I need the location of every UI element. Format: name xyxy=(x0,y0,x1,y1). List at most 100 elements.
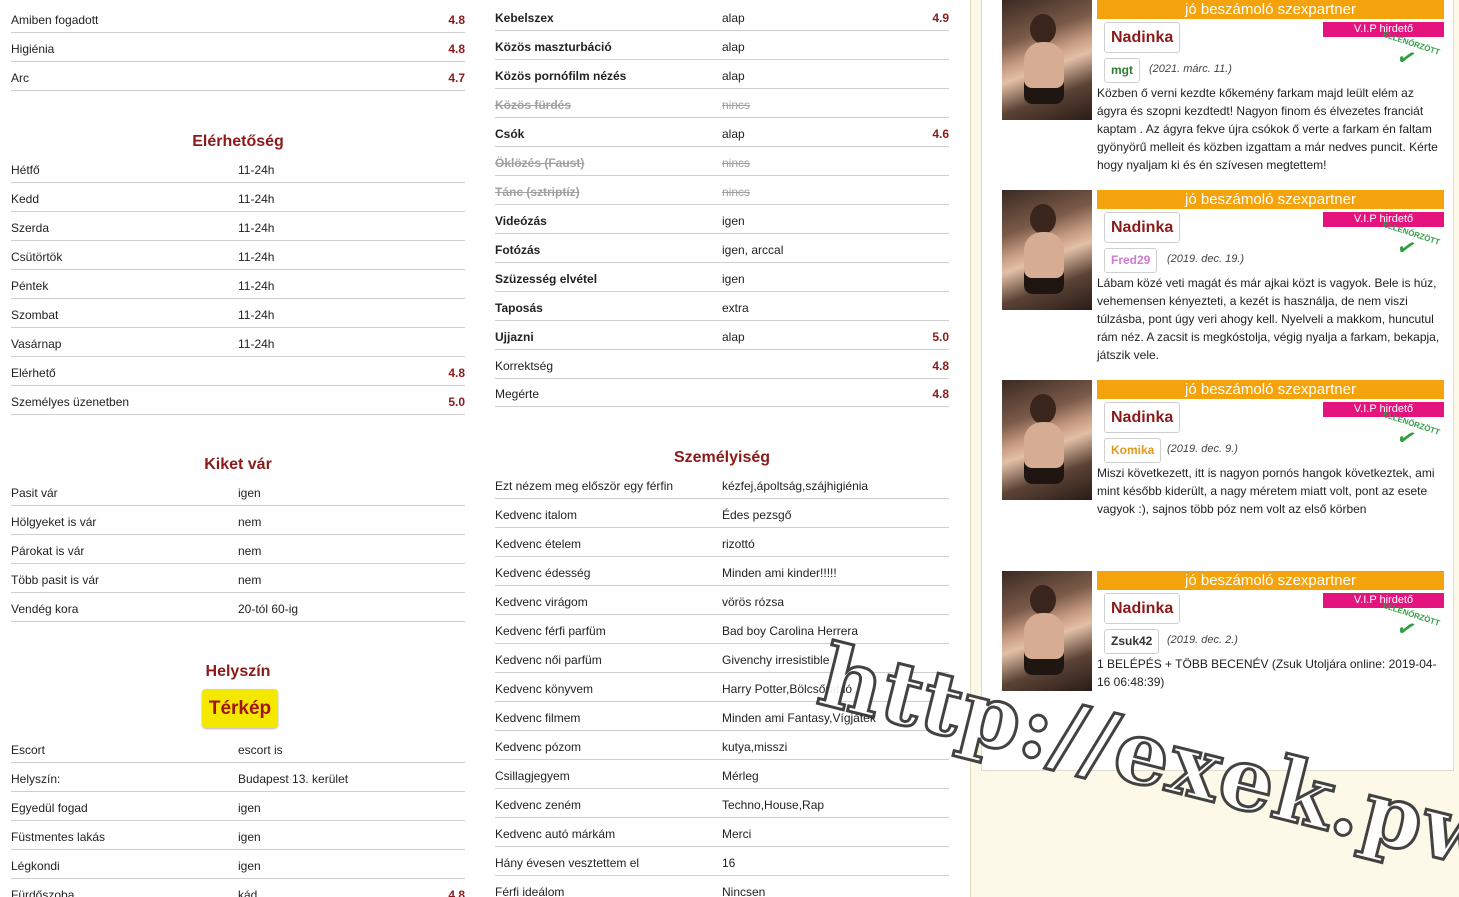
row-label: Kedvenc édesség xyxy=(495,566,591,580)
row-value: alap xyxy=(722,40,745,54)
table-row: Elérhető 4.8 xyxy=(11,357,465,386)
reviewer-name[interactable]: Komika xyxy=(1104,438,1162,463)
row-label: Hölgyeket is vár xyxy=(11,515,97,529)
table-row: Péntek 11-24h xyxy=(11,270,465,299)
table-row: Füstmentes lakás igen xyxy=(11,821,465,850)
table-row: Kedvenc virágom vörös rózsa xyxy=(495,586,949,615)
table-row: Férfi ideálom Nincsen xyxy=(495,876,949,897)
row-label: Vasárnap xyxy=(11,337,62,351)
table-row: Kedvenc édesség Minden ami kinder!!!!! xyxy=(495,557,949,586)
row-label: Kedvenc könyvem xyxy=(495,682,594,696)
table-row: Közös fürdés nincs xyxy=(495,89,949,118)
row-label: Korrektség xyxy=(495,359,554,373)
review-date: (2019. dec. 9.) xyxy=(1167,443,1238,455)
table-row: Szüzesség elvétel igen xyxy=(495,263,949,292)
row-label: Közös maszturbáció xyxy=(495,40,612,54)
row-value: nincs xyxy=(722,185,751,199)
row-value: igen xyxy=(238,801,261,815)
profile-name-button[interactable]: Nadinka xyxy=(1104,593,1181,624)
row-value: nincs xyxy=(722,98,751,112)
table-row: Hétfő 11-24h xyxy=(11,154,465,183)
row-label: Péntek xyxy=(11,279,49,293)
table-row: Öklözés (Faust) nincs xyxy=(495,147,949,176)
table-row: Kedd 11-24h xyxy=(11,183,465,212)
row-score: 4.8 xyxy=(448,888,465,897)
row-label: Öklözés (Faust) xyxy=(495,156,585,170)
row-value: escort is xyxy=(238,743,283,757)
row-label: Kedvenc italom xyxy=(495,508,578,522)
row-label: Kedvenc ételem xyxy=(495,537,582,551)
table-row: Escort escort is xyxy=(11,734,465,763)
row-value: igen xyxy=(722,214,745,228)
profile-photo[interactable] xyxy=(1002,380,1092,500)
row-value: Merci xyxy=(722,827,752,841)
table-row: Személyes üzenetben 5.0 xyxy=(11,386,465,415)
review-card: jó beszámoló szexpartner V.I.P hirdető Nad… xyxy=(1002,0,1444,185)
row-label: Hány évesen vesztettem el xyxy=(495,856,640,870)
row-label: Szombat xyxy=(11,308,59,322)
table-row: Hány évesen vesztettem el 16 xyxy=(495,847,949,876)
row-label: Légkondi xyxy=(11,859,60,873)
table-row: Vendég kora 20-tól 60-ig xyxy=(11,593,465,622)
table-row: Hölgyeket is vár nem xyxy=(11,506,465,535)
row-label: Taposás xyxy=(495,301,543,315)
profile-name-button[interactable]: Nadinka xyxy=(1104,402,1181,433)
row-label: Helyszín: xyxy=(11,772,61,786)
profile-name-button[interactable]: Nadinka xyxy=(1104,212,1181,243)
map-button[interactable]: Térkép xyxy=(202,689,278,728)
table-row: Kedvenc zeném Techno,House,Rap xyxy=(495,789,949,818)
row-label: Ujjazni xyxy=(495,330,534,344)
row-label: Amiben fogadott xyxy=(11,13,99,27)
table-row: Taposás extra xyxy=(495,292,949,321)
table-row: Csillagjegyem Mérleg xyxy=(495,760,949,789)
row-value: 11-24h xyxy=(238,221,275,235)
profile-name-button[interactable]: Nadinka xyxy=(1104,22,1181,53)
row-label: Személyes üzenetben xyxy=(11,395,130,409)
table-row: Közös maszturbáció alap xyxy=(495,31,949,60)
section-title-waits-for: Kiket vár xyxy=(204,456,272,473)
row-label: Kebelszex xyxy=(495,11,554,25)
review-card: jó beszámoló szexpartner V.I.P hirdető Nad… xyxy=(1002,380,1444,565)
row-value: alap xyxy=(722,69,745,83)
row-score: 4.8 xyxy=(932,359,949,373)
profile-photo[interactable] xyxy=(1002,0,1092,120)
row-value: extra xyxy=(722,301,749,315)
table-row: Fürdőszoba kád 4.8 xyxy=(11,879,465,897)
table-row: Korrektség 4.8 xyxy=(495,350,949,379)
row-value: vörös rózsa xyxy=(722,595,785,609)
row-value: 20-tól 60-ig xyxy=(238,602,299,616)
row-label: Kedvenc női parfüm xyxy=(495,653,602,667)
row-label: Kedvenc autó márkám xyxy=(495,827,616,841)
section-title-location: Helyszín xyxy=(205,663,271,680)
row-label: Szerda xyxy=(11,221,50,235)
table-row: Arc 4.7 xyxy=(11,62,465,91)
row-label: Kedvenc férfi parfüm xyxy=(495,624,606,638)
table-row: Amiben fogadott 4.8 xyxy=(11,4,465,33)
row-label: Kedvenc virágom xyxy=(495,595,588,609)
row-value: alap xyxy=(722,330,745,344)
row-score: 4.7 xyxy=(448,71,465,85)
review-banner: jó beszámoló szexpartner xyxy=(1097,571,1444,590)
reviewer-name[interactable]: Zsuk42 xyxy=(1104,629,1160,654)
row-label: Vendég kora xyxy=(11,602,79,616)
row-value: Budapest 13. kerület xyxy=(238,772,349,786)
row-score: 5.0 xyxy=(932,330,949,344)
review-banner: jó beszámoló szexpartner xyxy=(1097,190,1444,209)
row-value: nem xyxy=(238,515,262,529)
row-label: Hétfő xyxy=(11,163,40,177)
row-value: 11-24h xyxy=(238,279,275,293)
review-date: (2021. márc. 11.) xyxy=(1149,63,1232,75)
row-score: 5.0 xyxy=(448,395,465,409)
row-label: Pasit vár xyxy=(11,486,58,500)
table-row: Ezt nézem meg először egy férfin kézfej,á… xyxy=(495,470,949,499)
row-label: Több pasit is vár xyxy=(11,573,100,587)
row-label: Füstmentes lakás xyxy=(11,830,106,844)
reviewer-name[interactable]: Fred29 xyxy=(1104,248,1158,273)
reviewer-name[interactable]: mgt xyxy=(1104,58,1140,83)
row-score: 4.8 xyxy=(932,387,949,401)
row-label: Csók xyxy=(495,127,525,141)
profile-photo[interactable] xyxy=(1002,190,1092,310)
row-label: Csütörtök xyxy=(11,250,63,264)
table-row: Fotózás igen, arccal xyxy=(495,234,949,263)
table-row: Vasárnap 11-24h xyxy=(11,328,465,357)
